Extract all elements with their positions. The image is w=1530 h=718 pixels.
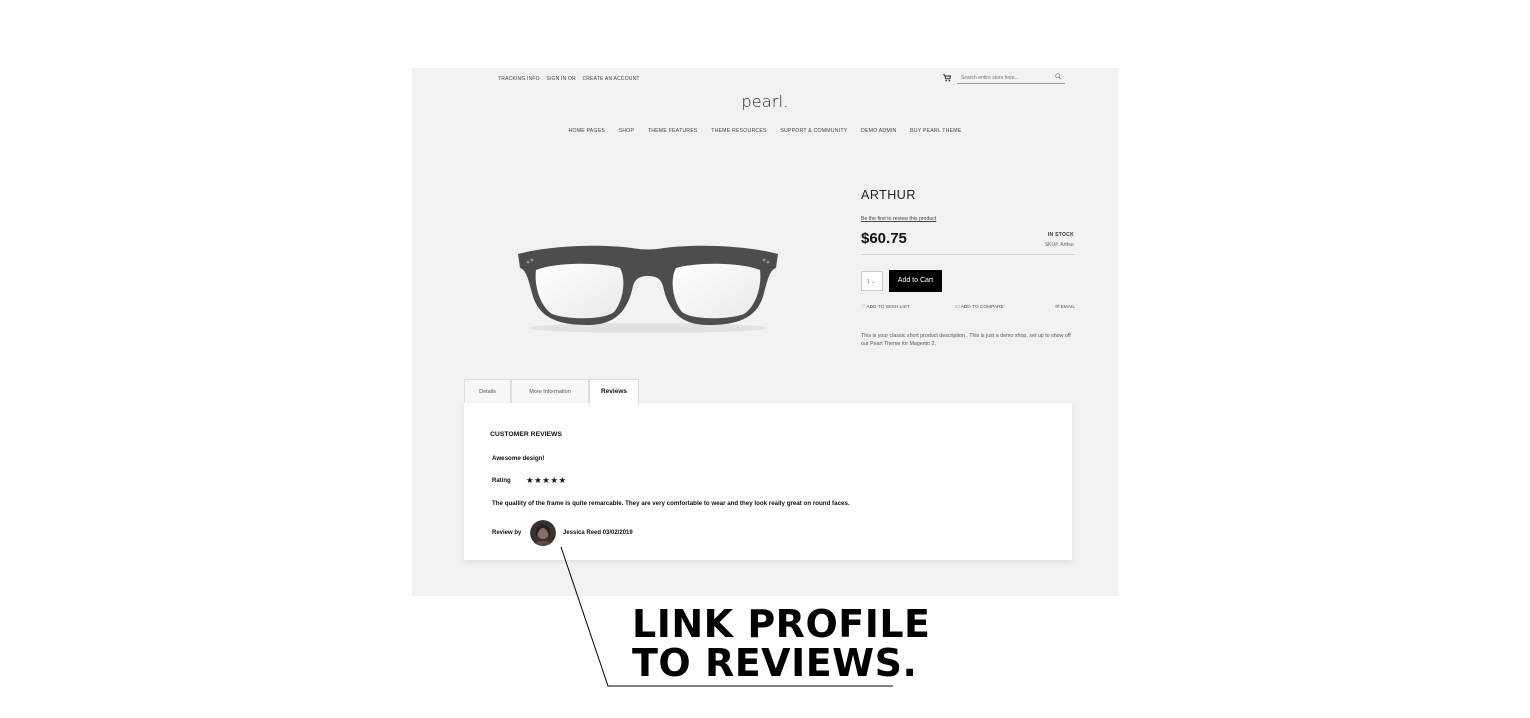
nav-theme-features[interactable]: THEME FEATURES: [648, 128, 698, 134]
nav-shop[interactable]: SHOP: [619, 128, 635, 134]
rating-stars: ★★★★★: [526, 475, 567, 485]
create-account-link[interactable]: CREATE AN ACCOUNT: [582, 76, 639, 82]
nav-demo-admin[interactable]: DEMO ADMIN: [861, 128, 896, 134]
top-links: TRACKING INFO SIGN IN OR CREATE AN ACCOU…: [498, 76, 645, 82]
short-description: This is your classic short product descr…: [861, 333, 1071, 347]
search-icon[interactable]: [1055, 73, 1062, 82]
add-to-cart-button[interactable]: Add to Cart: [889, 270, 942, 292]
product-image: [512, 238, 784, 338]
wishlist-label: ADD TO WISH LIST: [866, 305, 910, 310]
add-to-compare-link[interactable]: ▭ ADD TO COMPARE: [955, 305, 1004, 310]
add-to-wishlist-link[interactable]: ♡ ADD TO WISH LIST: [861, 305, 910, 310]
search-input[interactable]: Search entire store here...: [957, 73, 1065, 84]
rating-label: Rating: [492, 478, 511, 484]
cart-icon[interactable]: [943, 74, 952, 84]
product-sku: SKU#: Arthur: [1044, 242, 1074, 248]
store-screenshot: TRACKING INFO SIGN IN OR CREATE AN ACCOU…: [412, 68, 1118, 596]
envelope-icon: ✉: [1055, 305, 1060, 310]
callout-line-2: TO REVIEWS.: [632, 641, 918, 685]
reviews-panel: CUSTOMER REVIEWS Awesome design! Rating …: [464, 403, 1072, 560]
tab-details[interactable]: Details: [464, 379, 511, 403]
stock-status: IN STOCK: [1047, 232, 1074, 238]
sign-in-link[interactable]: SIGN IN OR: [546, 76, 576, 82]
compare-label: ADD TO COMPARE: [960, 305, 1004, 310]
store-logo[interactable]: pearl.: [412, 92, 1118, 111]
nav-theme-resources[interactable]: THEME RESOURCES: [711, 128, 766, 134]
product-price: $60.75: [861, 230, 907, 247]
tab-reviews[interactable]: Reviews: [589, 379, 639, 405]
quantity-value: 1: [867, 279, 870, 285]
price-divider: [861, 254, 1075, 255]
quantity-select[interactable]: 1 ⌄: [861, 271, 883, 291]
callout-text: LINK PROFILE TO REVIEWS.: [632, 605, 931, 683]
nav-buy-theme[interactable]: BUY PEARL THEME: [910, 128, 961, 134]
compare-icon: ▭: [955, 305, 960, 310]
email-label: EMAIL: [1060, 305, 1075, 310]
callout-line-1: LINK PROFILE: [632, 602, 931, 646]
first-review-link[interactable]: Be the first to review this product: [861, 216, 936, 222]
main-nav: HOME PAGES SHOP THEME FEATURES THEME RES…: [412, 128, 1118, 134]
heart-icon: ♡: [861, 305, 866, 310]
nav-home-pages[interactable]: HOME PAGES: [569, 128, 606, 134]
tracking-info-link[interactable]: TRACKING INFO: [498, 76, 540, 82]
product-title: ARTHUR: [861, 188, 916, 202]
reviewer-name-date[interactable]: Jessica Reed 03/02/2019: [563, 530, 633, 536]
nav-support-community[interactable]: SUPPORT & COMMUNITY: [780, 128, 847, 134]
tab-more-information[interactable]: More Information: [511, 379, 589, 403]
search-placeholder: Search entire store here...: [961, 75, 1019, 81]
customer-reviews-heading: CUSTOMER REVIEWS: [490, 431, 563, 438]
reviewer-avatar[interactable]: [530, 520, 556, 546]
review-by-label: Review by: [492, 530, 522, 536]
review-text: The quallity of the frame is quite remar…: [492, 500, 850, 507]
email-link[interactable]: ✉ EMAIL: [1055, 305, 1075, 310]
review-title: Awesome design!: [492, 455, 545, 462]
